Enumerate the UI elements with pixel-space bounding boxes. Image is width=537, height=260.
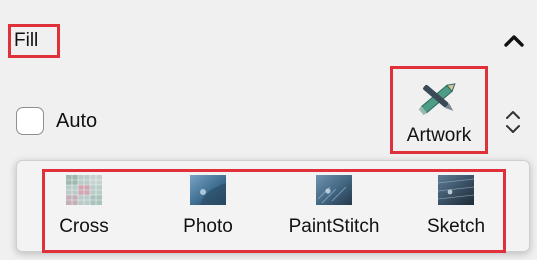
sketch-thumbnail-icon — [438, 175, 474, 205]
auto-checkbox[interactable] — [16, 107, 44, 135]
artwork-icon — [418, 83, 456, 116]
fill-type-stepper[interactable] — [502, 106, 524, 138]
cross-stitch-thumbnail-icon — [66, 175, 102, 205]
option-cross-label: Cross — [59, 216, 109, 237]
auto-label: Auto — [56, 110, 98, 132]
option-cross[interactable]: Cross — [47, 169, 121, 245]
chevron-up-down-icon — [506, 111, 520, 133]
artwork-label: Artwork — [406, 125, 472, 146]
option-sketch[interactable]: Sketch — [413, 169, 499, 245]
option-photo[interactable]: Photo — [171, 169, 245, 245]
fill-title-label: Fill — [14, 30, 39, 51]
chevron-up-icon — [504, 35, 524, 47]
option-photo-label: Photo — [183, 216, 233, 237]
fill-panel: Fill Auto Artwork Cross Photo PaintStitc… — [0, 0, 537, 260]
fill-type-dropdown: Cross Photo PaintStitch Sketch — [16, 160, 530, 252]
collapse-button[interactable] — [503, 30, 525, 52]
option-paintstitch-label: PaintStitch — [288, 216, 380, 237]
option-sketch-label: Sketch — [426, 216, 486, 237]
fill-section-title: Fill — [8, 24, 60, 58]
option-paintstitch[interactable]: PaintStitch — [279, 169, 389, 245]
paintstitch-thumbnail-icon — [316, 175, 352, 205]
photo-thumbnail-icon — [190, 175, 226, 205]
artwork-button[interactable]: Artwork — [390, 66, 488, 154]
